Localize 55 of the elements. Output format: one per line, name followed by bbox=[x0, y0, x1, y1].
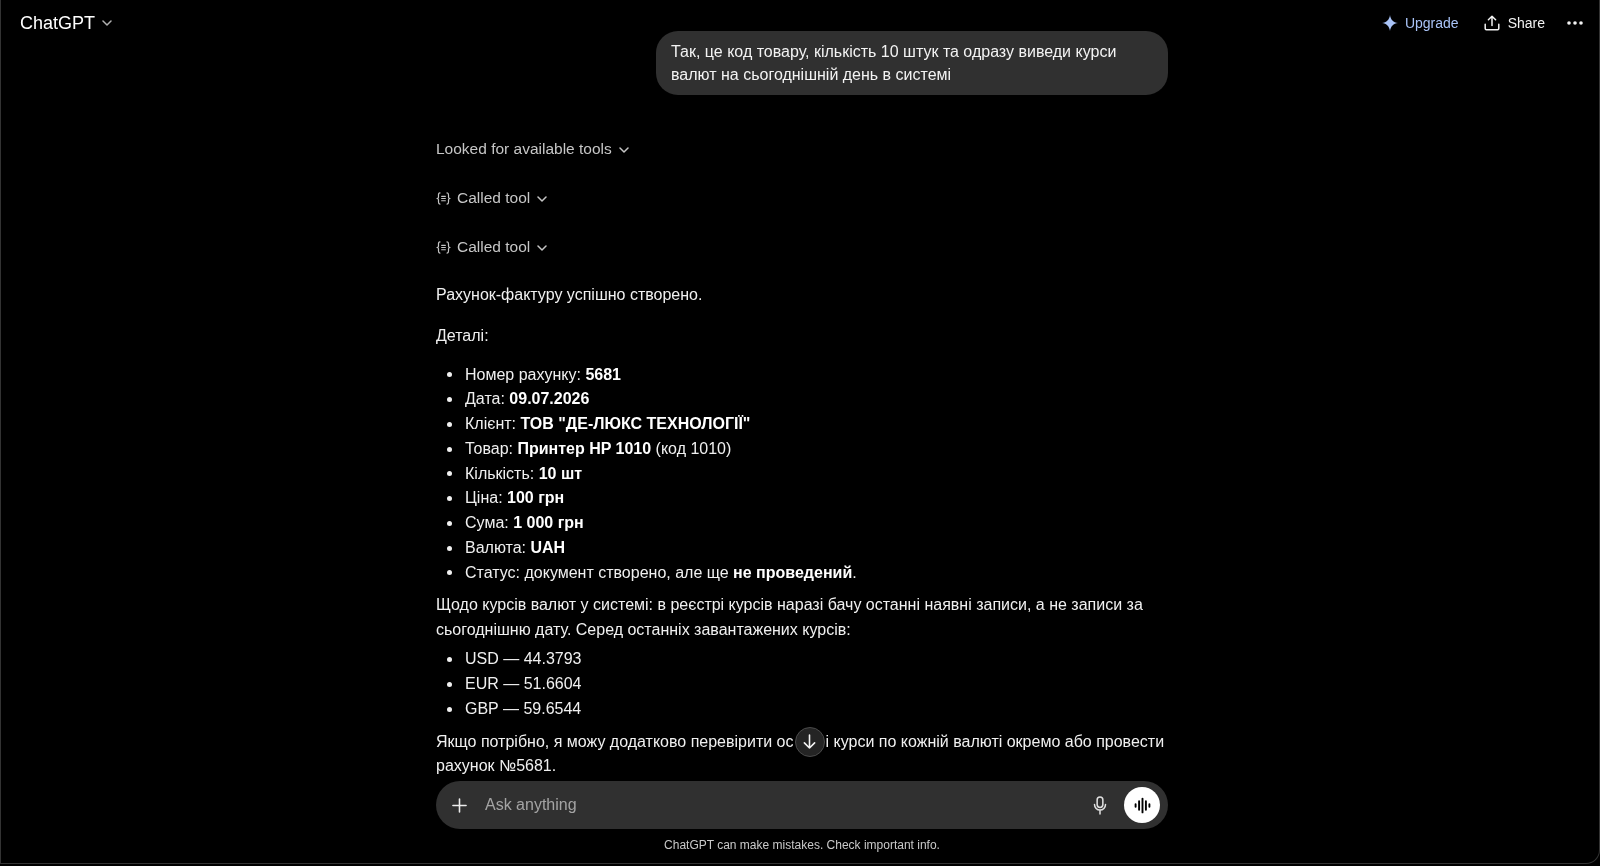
paragraph-text: Рахунок-фактуру успішно створено. bbox=[436, 285, 704, 305]
list-item-text: Ціна: 100 грн bbox=[465, 488, 565, 509]
paragraph-text: і курси по кожній валюті окремо або провести bbox=[825, 731, 1165, 752]
user-message: Так, це код товару, кількість 10 штук та одразу виведи курси валют на сьогоднішній день в системі bbox=[656, 31, 1168, 95]
composer-bar[interactable]: Ask anything bbox=[436, 781, 1168, 829]
tool-step-toggle[interactable]: Called tool bbox=[436, 235, 548, 259]
chevron-down-icon bbox=[618, 146, 629, 153]
bullet-icon bbox=[447, 657, 452, 663]
list-item-text: EUR — 51.6604 bbox=[465, 674, 582, 694]
sparkle-icon bbox=[1381, 15, 1398, 31]
tool-step-toggle[interactable]: Looked for available tools bbox=[436, 137, 629, 161]
bullet-icon bbox=[447, 446, 452, 452]
list-item-text: Кількість: 10 шт bbox=[465, 463, 583, 484]
bullet-icon bbox=[447, 545, 452, 551]
paragraph-text: Якщо потрібно, я можу додатково перевірити ос bbox=[436, 731, 794, 752]
bullet-icon bbox=[447, 372, 452, 378]
bullet-icon bbox=[447, 397, 452, 403]
share-button[interactable]: Share bbox=[1483, 11, 1545, 35]
list-item-text: Номер рахунку: 5681 bbox=[465, 364, 621, 385]
bullet-icon bbox=[447, 421, 452, 427]
model-selector[interactable]: ChatGPT bbox=[19, 8, 114, 38]
list-item-text: Товар: Принтер HP 1010 (код 1010) bbox=[465, 438, 732, 459]
bullet-icon bbox=[447, 681, 452, 687]
list-item-text: Сума: 1 000 грн bbox=[465, 513, 584, 533]
chevron-down-icon bbox=[102, 20, 113, 26]
voice-mode-button[interactable] bbox=[1124, 787, 1160, 823]
more-icon[interactable] bbox=[1567, 21, 1583, 25]
list-item-text: Дата: 09.07.2026 bbox=[465, 389, 590, 410]
list-item-text: USD — 44.3793 bbox=[465, 649, 582, 670]
chevron-down-icon bbox=[537, 244, 548, 251]
list-item-text: Статус: документ створено, але ще не проведений. bbox=[465, 562, 857, 583]
bullet-icon bbox=[447, 706, 452, 712]
arrow-down-icon bbox=[803, 734, 816, 750]
message-input[interactable]: Ask anything bbox=[485, 793, 1079, 817]
upgrade-button[interactable]: Upgrade bbox=[1381, 11, 1459, 35]
paragraph-text: Деталі: bbox=[436, 325, 490, 346]
bullet-icon bbox=[447, 570, 452, 576]
list-item-text: Валюта: UAH bbox=[465, 537, 566, 558]
microphone-icon[interactable] bbox=[1093, 795, 1107, 815]
waveform-icon bbox=[1133, 796, 1151, 814]
scroll-down-button[interactable] bbox=[794, 726, 825, 757]
bullet-icon bbox=[447, 496, 452, 502]
tool-step-toggle[interactable]: Called tool bbox=[436, 186, 548, 210]
bullet-icon bbox=[447, 471, 452, 477]
paragraph-text: рахунок №5681. bbox=[436, 756, 557, 776]
chevron-down-icon bbox=[537, 195, 548, 202]
upload-icon bbox=[1483, 15, 1500, 31]
plus-icon[interactable] bbox=[452, 797, 467, 813]
disclaimer-text: ChatGPT can make mistakes. Check important info. bbox=[663, 837, 941, 854]
list-item-text: GBP — 59.6544 bbox=[465, 698, 582, 719]
code-braces-icon bbox=[436, 240, 451, 254]
paragraph-text: Щодо курсів валют у системі: в реєстрі курсів наразі бачу останні наявні записи, а не записи за сьогоднішню дату. Серед останніх завантажених курсів: bbox=[436, 595, 1144, 640]
code-braces-icon bbox=[436, 191, 451, 205]
list-item-text: Клієнт: ТОВ "ДЕ-ЛЮКС ТЕХНОЛОГІЇ" bbox=[465, 414, 751, 434]
bullet-icon bbox=[447, 520, 452, 526]
